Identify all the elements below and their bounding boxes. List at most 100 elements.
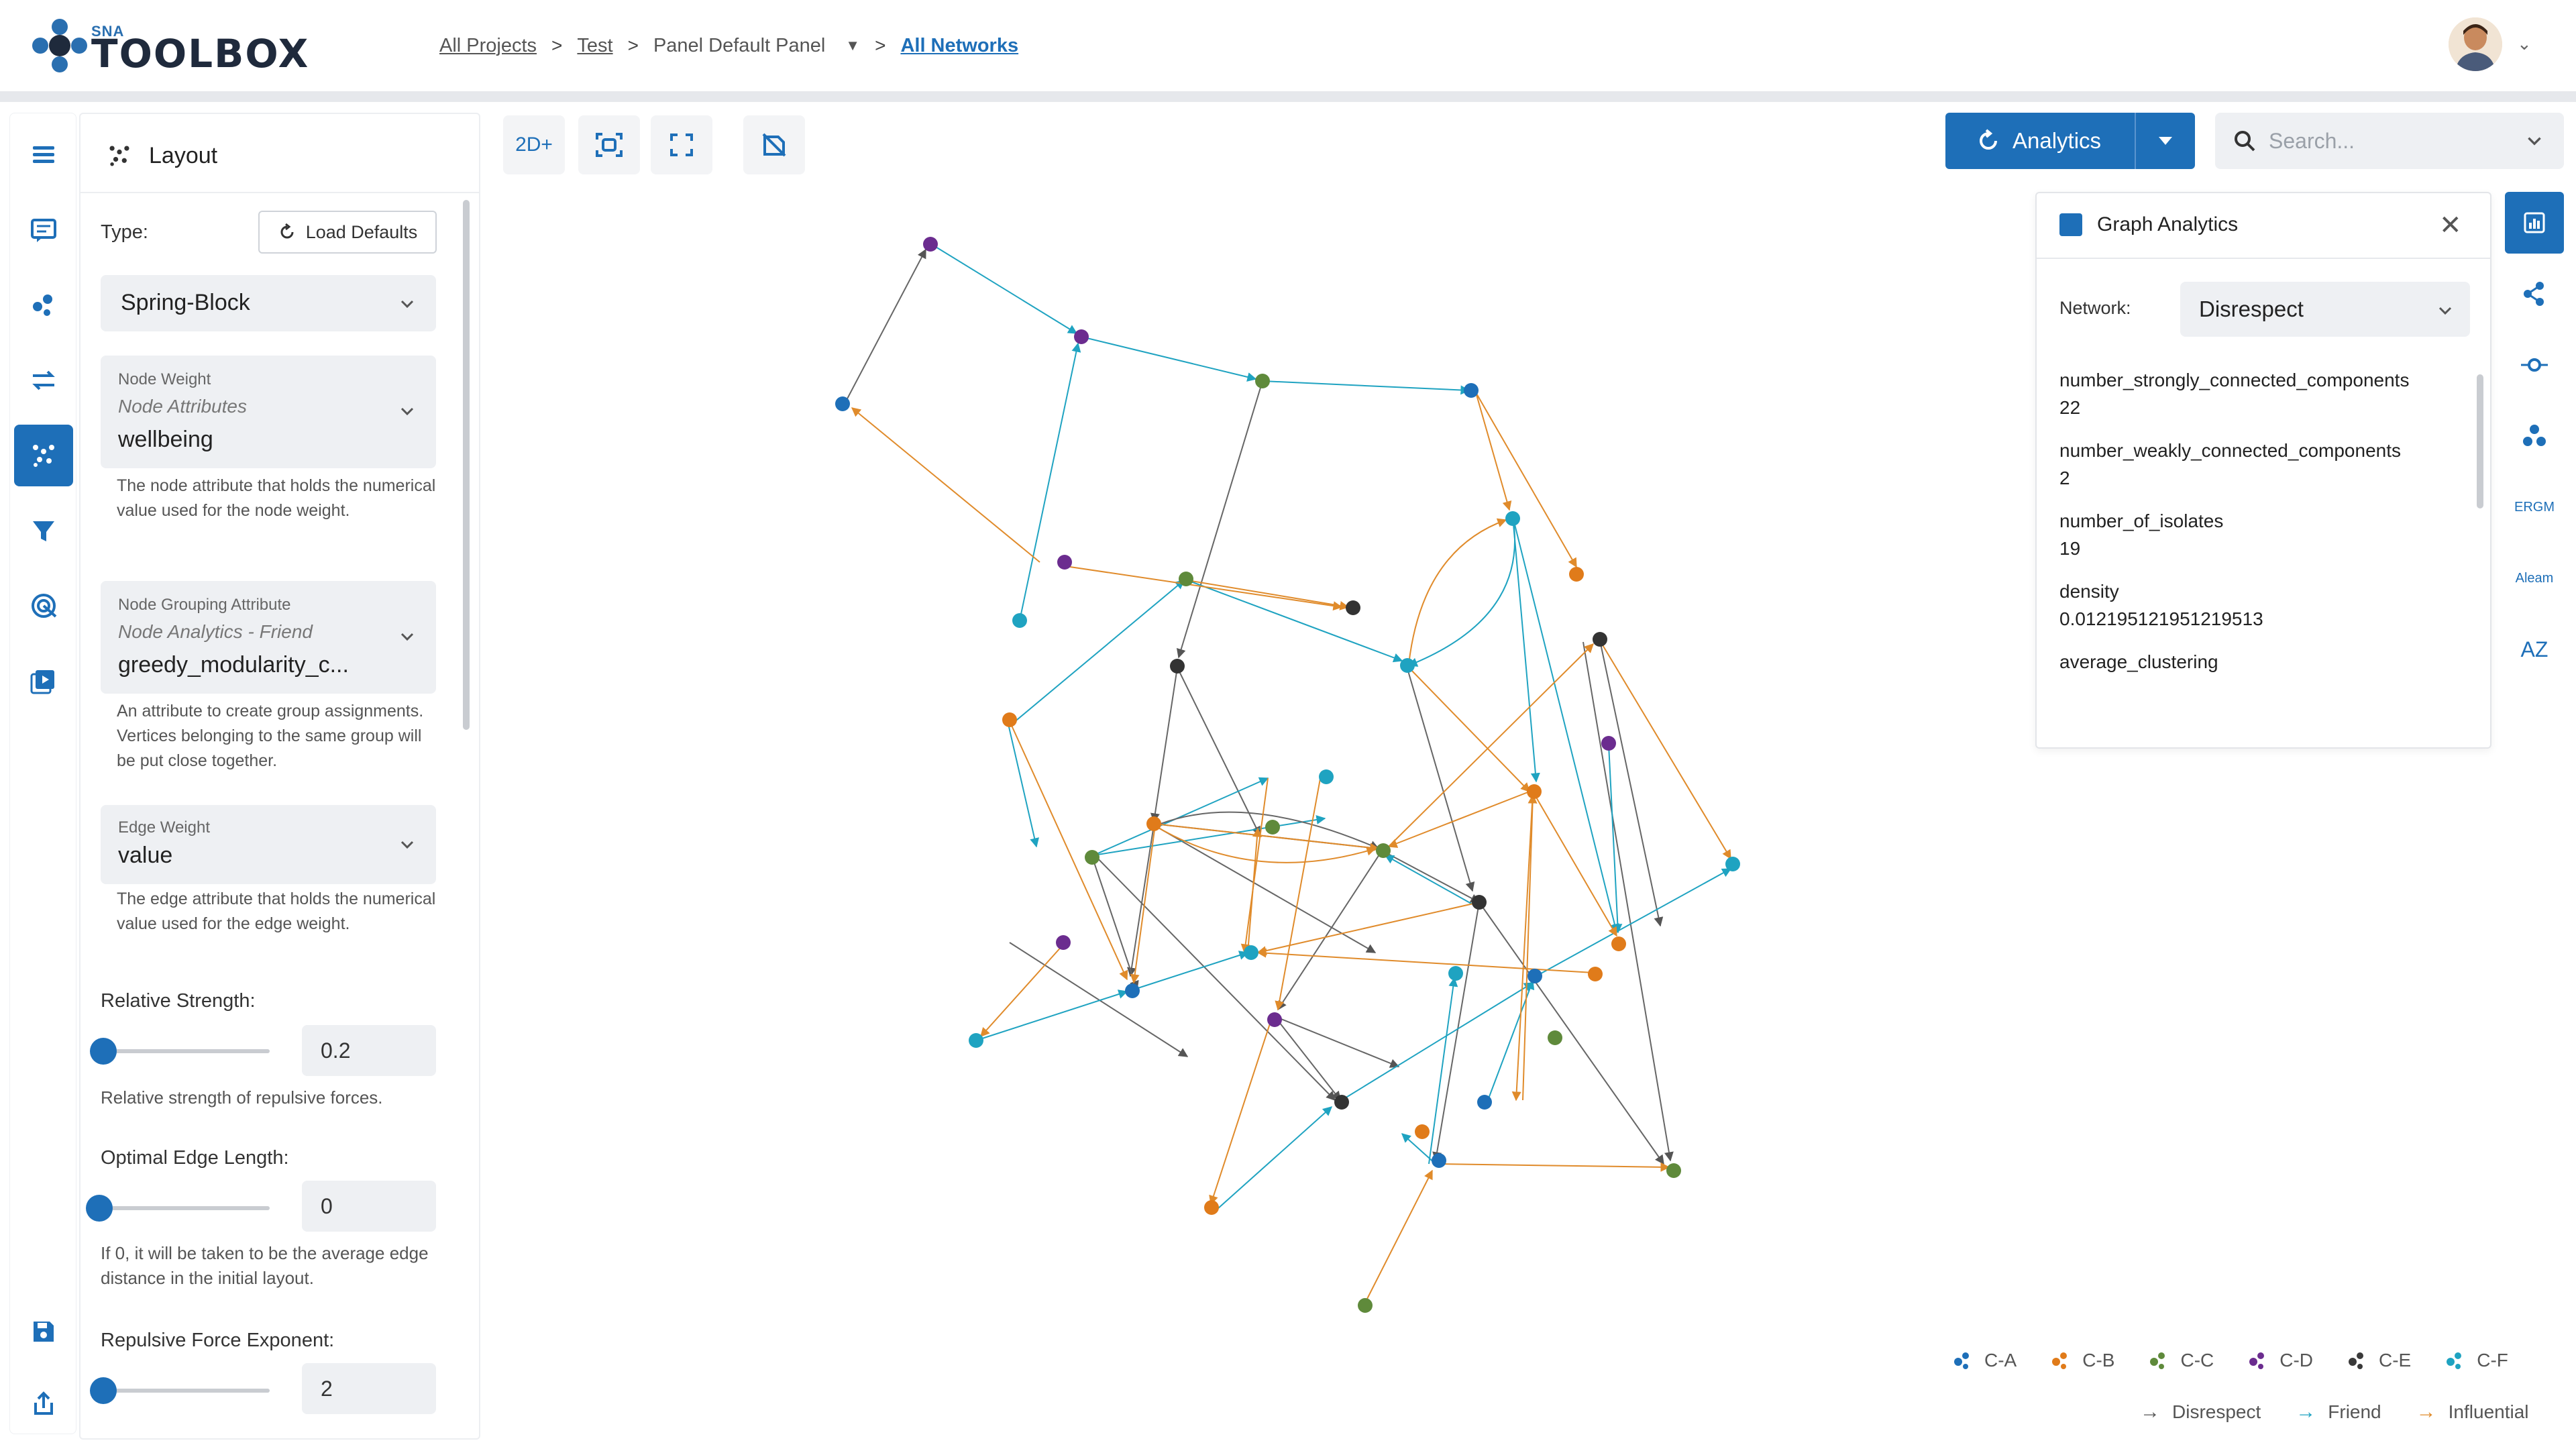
edge-weight-select[interactable]: Edge Weight value [101, 805, 436, 884]
close-icon[interactable]: ✕ [2439, 212, 2462, 239]
relative-strength-input[interactable]: 0.2 [302, 1025, 436, 1076]
analytics-button[interactable]: Analytics [1945, 113, 2195, 169]
load-defaults-button[interactable]: Load Defaults [258, 211, 437, 254]
panel-title: Layout [149, 142, 218, 168]
layout-panel: Layout Type: Load Defaults Spring-Block … [79, 113, 480, 1440]
focus-frame-icon[interactable] [578, 115, 640, 174]
search-input[interactable]: Search... [2215, 113, 2564, 169]
mode-2d-button[interactable]: 2D+ [503, 115, 565, 174]
network-select[interactable]: Disrespect [2180, 282, 2470, 337]
graph-node[interactable] [1400, 658, 1415, 673]
graph-node[interactable] [1255, 374, 1270, 388]
hide-labels-icon[interactable] [743, 115, 805, 174]
graph-node[interactable] [1204, 1200, 1219, 1215]
optimal-edge-length-input[interactable]: 0 [302, 1181, 436, 1232]
panel-scrollbar[interactable] [463, 200, 470, 730]
graph-node[interactable] [1002, 712, 1017, 727]
layout-type-select[interactable]: Spring-Block [101, 275, 436, 331]
media-play-icon[interactable] [14, 650, 73, 712]
layout-scatter-icon[interactable] [14, 425, 73, 486]
graph-node[interactable] [1334, 1095, 1349, 1110]
graph-node[interactable] [1056, 935, 1071, 950]
node-grouping-select[interactable]: Node Grouping Attribute Node Analytics -… [101, 581, 436, 694]
user-avatar[interactable] [2449, 17, 2502, 71]
network-graph-canvas[interactable] [785, 221, 1791, 1335]
node-weight-select[interactable]: Node Weight Node Attributes wellbeing [101, 356, 436, 468]
graph-node[interactable] [1601, 736, 1616, 751]
aleam-button[interactable]: Aleam [2505, 547, 2564, 609]
graph-node[interactable] [1548, 1030, 1562, 1045]
graph-node[interactable] [969, 1033, 983, 1048]
app-logo[interactable]: SNA TOOLBOX [30, 17, 308, 76]
graph-node[interactable] [1588, 967, 1603, 981]
graph-node[interactable] [1527, 969, 1542, 983]
relative-strength-slider-track[interactable] [101, 1049, 270, 1053]
share-export-icon[interactable] [14, 1373, 73, 1435]
repulsive-force-exponent-slider-track[interactable] [101, 1389, 270, 1393]
graph-node[interactable] [1244, 945, 1258, 960]
graph-node[interactable] [1179, 572, 1193, 586]
swap-arrows-icon[interactable] [14, 350, 73, 411]
panel-divider [80, 192, 479, 193]
graph-node[interactable] [1569, 567, 1584, 582]
network-nodes-icon[interactable] [14, 274, 73, 336]
breadcrumb-test[interactable]: Test [577, 35, 612, 57]
graph-node[interactable] [1074, 329, 1089, 344]
fullscreen-icon[interactable] [651, 115, 712, 174]
relative-strength-slider-handle[interactable] [90, 1038, 117, 1065]
graph-node[interactable] [1146, 816, 1161, 831]
graph-node[interactable] [1267, 1012, 1282, 1027]
message-icon[interactable] [14, 199, 73, 261]
chevron-down-icon[interactable]: ⌄ [2517, 34, 2532, 54]
ergm-button[interactable]: ERGM [2505, 476, 2564, 538]
graph-node[interactable] [1376, 843, 1391, 858]
bar-chart-icon[interactable] [2505, 192, 2564, 254]
graph-node[interactable] [1358, 1298, 1373, 1313]
az-sort-button[interactable]: AZ [2505, 619, 2564, 680]
graph-node[interactable] [1415, 1124, 1430, 1139]
legend-item: C-A [1952, 1350, 2017, 1371]
commit-node-icon[interactable] [2505, 334, 2564, 396]
breadcrumb-panel[interactable]: Panel Default Panel [653, 35, 825, 57]
cluster-icon[interactable] [2505, 405, 2564, 467]
graph-node[interactable] [835, 396, 850, 411]
graph-node[interactable] [1666, 1163, 1681, 1178]
graph-node[interactable] [1319, 769, 1334, 784]
repulsive-force-exponent-slider-handle[interactable] [90, 1377, 117, 1404]
graph-node[interactable] [1611, 936, 1626, 951]
repulsive-force-exponent-input[interactable]: 2 [302, 1363, 436, 1414]
graph-node[interactable] [1170, 659, 1185, 674]
panel-dropdown-caret-icon[interactable]: ▼ [845, 37, 860, 54]
analytics-run-button[interactable]: Analytics [1945, 113, 2135, 169]
graph-node[interactable] [1448, 966, 1463, 981]
chevron-down-icon[interactable] [2525, 131, 2544, 150]
save-icon[interactable] [14, 1301, 73, 1362]
metrics-scrollbar[interactable] [2477, 374, 2483, 508]
graph-node[interactable] [1432, 1153, 1446, 1168]
optimal-edge-length-slider-handle[interactable] [86, 1195, 113, 1222]
graph-node[interactable] [1346, 600, 1360, 615]
optimal-edge-length-slider-track[interactable] [101, 1206, 270, 1210]
graph-node[interactable] [1265, 820, 1280, 835]
metric-value: 0.012195121951219513 [2059, 608, 2263, 629]
breadcrumb-current[interactable]: All Networks [900, 35, 1018, 57]
analytics-dropdown-caret-icon[interactable] [2136, 136, 2195, 146]
radar-target-icon[interactable] [14, 575, 73, 637]
graph-node[interactable] [923, 237, 938, 252]
graph-node[interactable] [1464, 383, 1479, 398]
share-nodes-icon[interactable] [2505, 263, 2564, 325]
breadcrumb-all-projects[interactable]: All Projects [439, 35, 537, 57]
graph-node[interactable] [1057, 555, 1072, 570]
graph-node[interactable] [1472, 895, 1487, 910]
graph-node[interactable] [1505, 511, 1520, 526]
graph-node[interactable] [1593, 632, 1607, 647]
graph-node[interactable] [1125, 983, 1140, 998]
graph-node[interactable] [1477, 1095, 1492, 1110]
list-icon[interactable] [14, 124, 73, 186]
filter-icon[interactable] [14, 500, 73, 561]
graph-node[interactable] [1085, 850, 1099, 865]
graph-nodes [835, 237, 1740, 1313]
graph-node[interactable] [1527, 784, 1542, 799]
graph-node[interactable] [1725, 857, 1740, 871]
graph-node[interactable] [1012, 613, 1027, 628]
